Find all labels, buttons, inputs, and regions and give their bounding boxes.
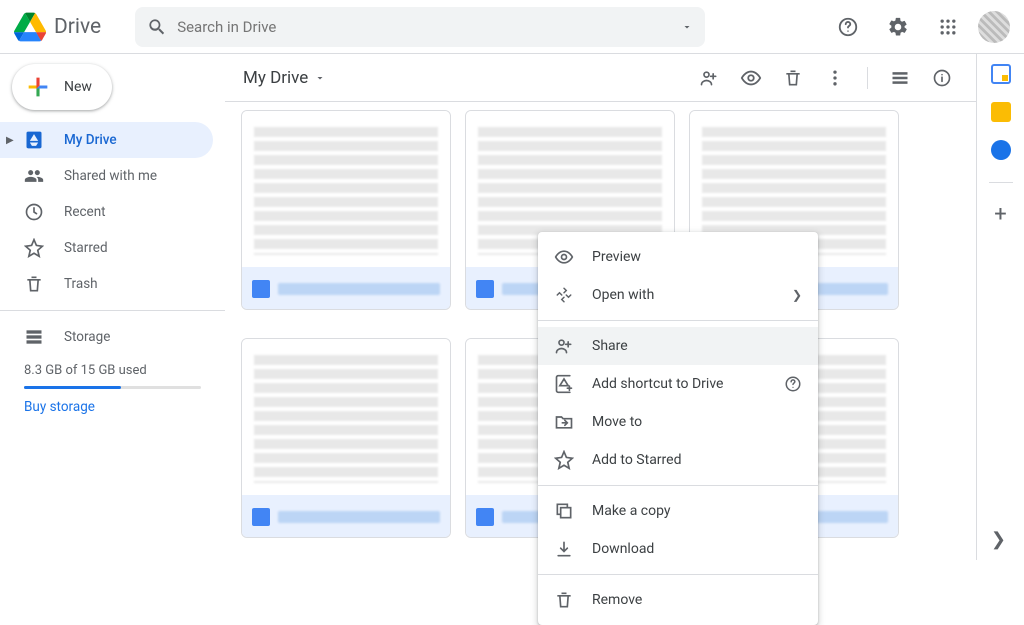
apps-button[interactable] (928, 7, 968, 47)
shared-icon (24, 166, 44, 186)
ctx-add-shortcut[interactable]: Add shortcut to Drive (538, 365, 818, 403)
storage-bar (24, 386, 201, 389)
open-with-icon (554, 285, 574, 305)
help-icon[interactable] (784, 375, 802, 393)
nav-label: Storage (64, 329, 110, 345)
more-button[interactable] (817, 60, 853, 96)
settings-button[interactable] (878, 7, 918, 47)
get-addons-button[interactable]: + (991, 205, 1011, 225)
shortcut-icon (554, 374, 574, 394)
nav-storage[interactable]: Storage (0, 319, 213, 355)
share-button[interactable] (691, 60, 727, 96)
location-breadcrumb[interactable]: My Drive (233, 62, 336, 94)
file-card[interactable] (241, 110, 451, 310)
nav-label: My Drive (64, 132, 117, 148)
chevron-down-icon (314, 72, 326, 84)
app-name: Drive (54, 15, 101, 39)
ctx-download[interactable]: Download (538, 530, 818, 568)
ctx-move-to[interactable]: Move to (538, 403, 818, 441)
trash-icon (554, 590, 574, 610)
eye-icon (554, 247, 574, 267)
nav-my-drive[interactable]: ▶ My Drive (0, 122, 213, 158)
account-avatar[interactable] (978, 11, 1010, 43)
ctx-share[interactable]: Share (538, 327, 818, 365)
drive-logo-icon (14, 11, 46, 43)
storage-icon (24, 327, 44, 347)
preview-button[interactable] (733, 60, 769, 96)
delete-button[interactable] (775, 60, 811, 96)
docs-icon (252, 280, 270, 298)
ctx-preview[interactable]: Preview (538, 238, 818, 276)
star-icon (24, 238, 44, 258)
star-icon (554, 450, 574, 470)
search-input[interactable] (177, 18, 681, 36)
nav-label: Trash (64, 276, 98, 292)
my-drive-icon (24, 130, 44, 150)
keep-addon[interactable] (991, 102, 1011, 122)
nav-trash[interactable]: Trash (0, 266, 213, 302)
search-icon (147, 17, 167, 37)
calendar-addon[interactable] (991, 64, 1011, 84)
storage-usage-text: 8.3 GB of 15 GB used (24, 363, 201, 378)
recent-icon (24, 202, 44, 222)
buy-storage-link[interactable]: Buy storage (24, 399, 201, 415)
help-button[interactable] (828, 7, 868, 47)
person-add-icon (554, 336, 574, 356)
docs-icon (252, 508, 270, 526)
details-button[interactable] (924, 60, 960, 96)
caret-right-icon: ▶ (6, 135, 14, 146)
ctx-open-with[interactable]: Open with ❯ (538, 276, 818, 314)
copy-icon (554, 501, 574, 521)
file-card[interactable] (241, 338, 451, 538)
nav-label: Shared with me (64, 168, 157, 184)
nav-label: Recent (64, 204, 106, 220)
list-view-button[interactable] (882, 60, 918, 96)
tasks-addon[interactable] (991, 140, 1011, 160)
location-label: My Drive (243, 68, 308, 88)
side-panel: + (976, 54, 1024, 560)
context-menu: Preview Open with ❯ Share Add shortcut t… (538, 232, 818, 625)
nav-starred[interactable]: Starred (0, 230, 213, 266)
docs-icon (476, 280, 494, 298)
nav-label: Starred (64, 240, 108, 256)
plus-icon (24, 73, 52, 101)
new-button-label: New (64, 79, 92, 95)
drive-logo[interactable]: Drive (14, 11, 135, 43)
nav-shared-with-me[interactable]: Shared with me (0, 158, 213, 194)
search-options-icon[interactable] (681, 21, 693, 33)
ctx-add-starred[interactable]: Add to Starred (538, 441, 818, 479)
chevron-right-icon: ❯ (792, 288, 802, 302)
new-button[interactable]: New (12, 64, 112, 110)
ctx-remove[interactable]: Remove (538, 581, 818, 619)
sidebar: New ▶ My Drive Shared with me Recent Sta… (0, 54, 225, 560)
docs-icon (476, 508, 494, 526)
ctx-make-copy[interactable]: Make a copy (538, 492, 818, 530)
search-bar[interactable] (135, 7, 705, 47)
download-icon (554, 539, 574, 559)
move-icon (554, 412, 574, 432)
hide-panel-button[interactable]: ❯ (991, 529, 1006, 550)
nav-recent[interactable]: Recent (0, 194, 213, 230)
trash-icon (24, 274, 44, 294)
